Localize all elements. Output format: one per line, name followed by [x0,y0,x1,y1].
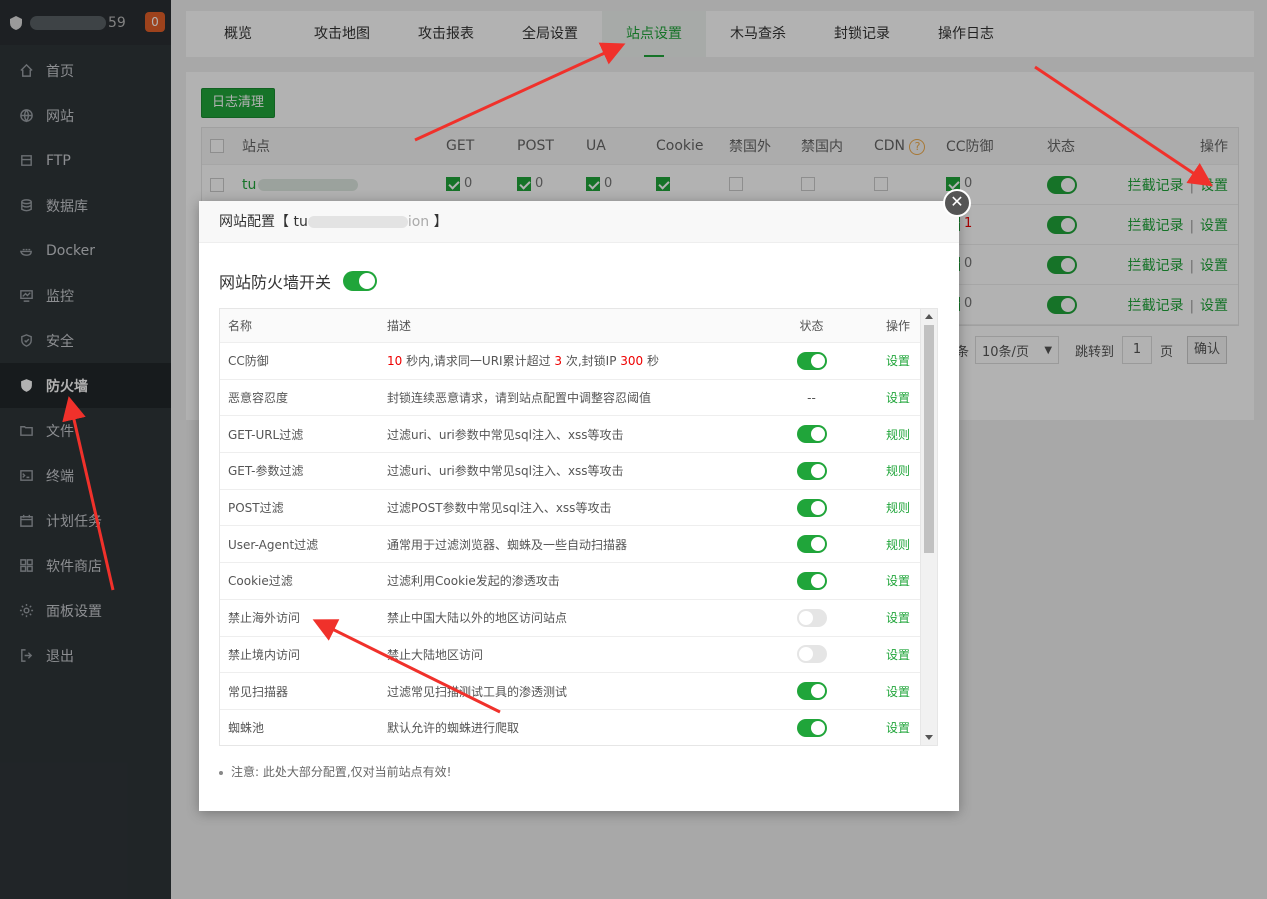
modal-note: 注意: 此处大部分配置,仅对当前站点有效! [219,763,451,780]
site-firewall-switch-label: 网站防火墙开关 [219,273,332,292]
rule-action-link[interactable]: 设置 [849,572,920,589]
rule-action-link[interactable]: 设置 [849,609,920,626]
rule-action-link[interactable]: 设置 [849,719,920,736]
rule-name: Cookie过滤 [228,574,293,589]
rule-action-link[interactable]: 设置 [849,683,920,700]
scroll-up-icon[interactable] [925,314,933,319]
modal-title-suffix: 】 [433,214,448,230]
rule-action-link[interactable]: 设置 [849,389,920,406]
scroll-thumb[interactable] [924,325,934,553]
site-config-modal: 网站配置【 tu ion 】 网站防火墙开关 名称 描述 状态 操作 CC防御 1… [199,201,959,811]
modal-title-redacted [307,216,408,228]
cc-text-3: 秒 [643,354,659,369]
rule-action-link[interactable]: 设置 [849,352,920,369]
cc-count: 3 [554,354,563,369]
rule-desc: 过滤POST参数中常见sql注入、xss等攻击 [387,501,612,516]
col-name-header: 名称 [228,319,253,333]
close-icon: ✕ [950,192,964,211]
rule-name: CC防御 [228,354,269,369]
rule-rows: 恶意容忍度 封锁连续恶意请求，请到站点配置中调整容忍阈值 -- 设置 GET-URL过滤… [220,380,937,745]
rule-row: 禁止海外访问 禁止中国大陆以外的地区访问站点 设置 [220,600,937,637]
modal-title-prefix: 网站配置【 tu [219,214,308,230]
modal-title-mid: ion [407,214,430,230]
site-firewall-toggle[interactable] [343,271,378,291]
col-desc-header: 描述 [387,319,412,333]
rule-row: Cookie过滤 过滤利用Cookie发起的渗透攻击 设置 [220,563,937,600]
modal-title: 网站配置【 tu ion 】 [199,201,959,243]
rule-row: User-Agent过滤 通常用于过滤浏览器、蜘蛛及一些自动扫描器 规则 [220,526,937,564]
rule-row-cc: CC防御 10 秒内,请求同一URI累计超过 3 次,封锁IP 300 秒 设置 [220,343,937,380]
rule-toggle[interactable] [796,461,827,480]
rule-status [774,682,849,701]
rule-action-link[interactable]: 规则 [849,462,920,479]
scroll-down-icon[interactable] [925,735,933,740]
cc-block-seconds: 300 [620,354,644,369]
rule-status [774,498,849,517]
rule-desc: 默认允许的蜘蛛进行爬取 [387,721,520,736]
rule-status [774,461,849,480]
rule-name: 禁止境内访问 [228,647,301,662]
rule-action-link[interactable]: 规则 [849,536,920,553]
rules-table: 名称 描述 状态 操作 CC防御 10 秒内,请求同一URI累计超过 3 次,封… [219,308,938,746]
col-action-header: 操作 [885,319,910,333]
modal-note-text: 注意: 此处大部分配置,仅对当前站点有效! [231,765,452,779]
rule-desc: 通常用于过滤浏览器、蜘蛛及一些自动扫描器 [387,537,628,552]
rule-name: 禁止海外访问 [228,611,301,626]
rule-toggle[interactable] [796,718,827,737]
rules-table-header: 名称 描述 状态 操作 [220,309,937,343]
rule-status [774,535,849,554]
rule-desc: 封锁连续恶意请求，请到站点配置中调整容忍阈值 [387,391,652,406]
rule-row: POST过滤 过滤POST参数中常见sql注入、xss等攻击 规则 [220,490,937,527]
rule-row: 蜘蛛池 默认允许的蜘蛛进行爬取 设置 [220,710,937,745]
rule-status-text: -- [807,390,816,405]
rule-desc: 禁止大陆地区访问 [387,647,484,662]
modal-close-button[interactable]: ✕ [943,189,971,217]
rule-toggle[interactable] [796,498,827,517]
rule-toggle[interactable] [796,535,827,554]
rule-desc: 10 秒内,请求同一URI累计超过 3 次,封锁IP 300 秒 [379,352,774,369]
rule-row: GET-参数过滤 过滤uri、uri参数中常见sql注入、xss等攻击 规则 [220,453,937,490]
rule-name: 恶意容忍度 [228,391,289,406]
cc-text-1: 秒内,请求同一URI累计超过 [402,354,555,369]
rule-status [774,425,849,444]
rule-toggle[interactable] [796,682,827,701]
rule-desc: 禁止中国大陆以外的地区访问站点 [387,611,568,626]
rule-toggle[interactable] [796,425,827,444]
rule-status [774,645,849,664]
rule-action-link[interactable]: 设置 [849,646,920,663]
rule-status [774,608,849,627]
rule-desc: 过滤常见扫描测试工具的渗透测试 [387,684,568,699]
rule-name: GET-URL过滤 [228,427,304,442]
rule-row: 禁止境内访问 禁止大陆地区访问 设置 [220,637,937,674]
rule-action-link[interactable]: 规则 [849,426,920,443]
rule-row: 恶意容忍度 封锁连续恶意请求，请到站点配置中调整容忍阈值 -- 设置 [220,380,937,417]
rule-desc: 过滤uri、uri参数中常见sql注入、xss等攻击 [387,427,624,442]
rule-status [774,571,849,590]
rule-status: -- [774,391,849,405]
rules-scrollbar[interactable] [920,309,937,745]
rule-status [774,351,849,370]
rule-name: 常见扫描器 [228,684,289,699]
rule-action-link[interactable]: 规则 [849,499,920,516]
rule-toggle[interactable] [796,571,827,590]
cc-text-2: 次,封锁IP [562,354,621,369]
rule-desc: 过滤利用Cookie发起的渗透攻击 [387,574,560,589]
rule-toggle[interactable] [796,645,827,664]
rule-name: 蜘蛛池 [228,721,265,736]
rule-name: User-Agent过滤 [228,537,319,552]
bullet-icon [219,770,223,775]
rule-toggle[interactable] [796,608,827,627]
rule-name: POST过滤 [228,501,284,516]
rule-row: 常见扫描器 过滤常见扫描测试工具的渗透测试 设置 [220,673,937,710]
rule-toggle[interactable] [796,351,827,370]
rule-status [774,718,849,737]
site-firewall-switch-row: 网站防火墙开关 [219,269,378,293]
cc-seconds: 10 [387,354,403,369]
col-status-header: 状态 [799,319,824,333]
rule-row: GET-URL过滤 过滤uri、uri参数中常见sql注入、xss等攻击 规则 [220,416,937,454]
rule-name: GET-参数过滤 [228,464,304,479]
rule-desc: 过滤uri、uri参数中常见sql注入、xss等攻击 [387,464,624,479]
